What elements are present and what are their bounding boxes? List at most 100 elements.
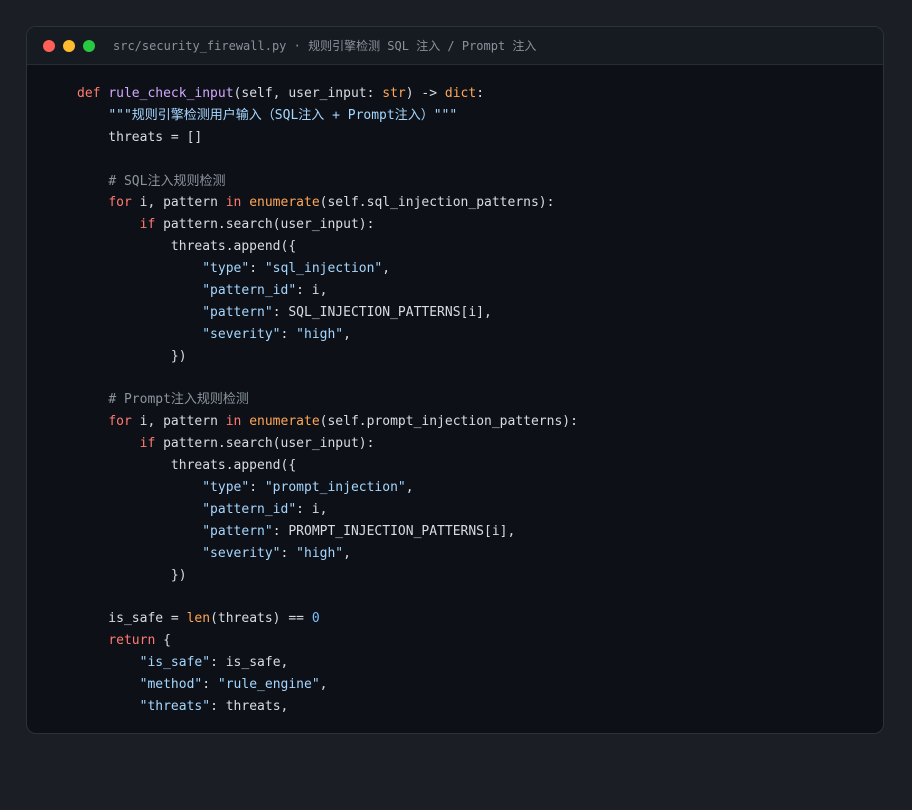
code-token: "pattern": [202, 523, 273, 539]
code-line: threats.append({: [77, 455, 578, 477]
code-token: : i,: [296, 283, 328, 299]
code-token: }): [77, 567, 187, 583]
code-line: "pattern": PROMPT_INJECTION_PATTERNS[i],: [77, 521, 578, 543]
code-token: if: [139, 436, 156, 452]
code-token: "rule_engine": [217, 677, 320, 693]
code-token: i, pattern: [131, 414, 226, 430]
close-dot[interactable]: [43, 39, 55, 52]
code-line: for i, pattern in enumerate(self.prompt_…: [77, 411, 578, 433]
code-line: def rule_check_input(self, user_input: s…: [77, 83, 578, 105]
code-line: "is_safe": is_safe,: [77, 652, 578, 674]
code-token: :: [249, 261, 265, 277]
code-token: in: [225, 414, 242, 430]
code-token: ,: [405, 480, 414, 496]
code-line: """规则引擎检测用户输入（SQL注入 + Prompt注入）""": [77, 105, 578, 127]
code-token: len: [186, 611, 211, 627]
code-token: return: [108, 633, 156, 649]
window-title: src/security_firewall.py · 规则引擎检测 SQL 注入…: [113, 39, 537, 53]
code-line: return {: [77, 630, 578, 652]
code-token: "sql_injection": [264, 261, 383, 277]
code-line: "pattern": SQL_INJECTION_PATTERNS[i],: [77, 302, 578, 324]
code-token: rule_check_input: [108, 86, 234, 101]
code-line: "threats": threats,: [77, 696, 578, 718]
code-token: "severity": [202, 545, 281, 561]
code-token: enumerate: [249, 195, 320, 211]
code-token: ) ->: [405, 86, 445, 101]
code-token: : is_safe,: [210, 655, 289, 671]
code-line: if pattern.search(user_input):: [77, 214, 578, 236]
code-line: # Prompt注入规则检测: [77, 389, 578, 411]
code-token: (threats) ==: [210, 611, 312, 627]
title-bar: src/security_firewall.py · 规则引擎检测 SQL 注入…: [27, 27, 883, 65]
code-token: "is_safe": [139, 655, 211, 671]
code-line: threats.append({: [77, 236, 578, 258]
code-token: # SQL注入规则检测: [108, 173, 226, 189]
code-line: "pattern_id": i,: [77, 280, 578, 302]
code-token: :: [202, 677, 218, 693]
maximize-dot[interactable]: [83, 39, 95, 52]
code-editor[interactable]: def rule_check_input(self, user_input: s…: [77, 83, 578, 718]
code-token: threats.append({: [77, 239, 297, 255]
code-line: "severity": "high",: [77, 324, 578, 346]
code-token: threats = []: [77, 129, 203, 145]
code-token: :: [476, 86, 485, 101]
code-token: def: [77, 86, 109, 101]
code-token: (self.sql_injection_patterns):: [319, 195, 555, 211]
code-token: "prompt_injection": [264, 480, 406, 496]
code-token: pattern.search(user_input):: [155, 217, 375, 233]
minimize-dot[interactable]: [63, 39, 75, 52]
code-token: for: [108, 195, 132, 211]
code-line: "type": "prompt_injection",: [77, 477, 578, 499]
code-line: "method": "rule_engine",: [77, 674, 578, 696]
code-token: 0: [311, 611, 320, 627]
code-token: ,: [319, 677, 328, 693]
code-token: "pattern_id": [202, 501, 297, 517]
code-token: in: [225, 195, 242, 211]
code-line: for i, pattern in enumerate(self.sql_inj…: [77, 192, 578, 214]
code-token: "type": [202, 480, 250, 496]
code-line: "pattern_id": i,: [77, 499, 578, 521]
code-token: threats.append({: [77, 458, 297, 474]
code-token: :: [280, 545, 297, 561]
code-token: : threats,: [210, 698, 289, 714]
code-line: }): [77, 565, 578, 587]
code-token: """规则引擎检测用户输入（SQL注入 + Prompt注入）""": [108, 107, 458, 123]
code-token: "high": [296, 326, 344, 342]
code-token: # Prompt注入规则检测: [108, 392, 249, 408]
code-token: pattern.search(user_input):: [155, 436, 375, 452]
code-line: is_safe = len(threats) == 0: [77, 608, 578, 630]
code-token: "type": [202, 261, 250, 277]
code-token: : PROMPT_INJECTION_PATTERNS[i],: [272, 523, 516, 539]
code-token: dict: [444, 86, 477, 101]
code-token: "method": [139, 677, 203, 693]
code-line: "type": "sql_injection",: [77, 258, 578, 280]
code-token: "pattern_id": [202, 283, 297, 299]
code-line: if pattern.search(user_input):: [77, 433, 578, 455]
code-token: "severity": [202, 326, 281, 342]
code-token: {: [155, 633, 171, 649]
code-window: src/security_firewall.py · 规则引擎检测 SQL 注入…: [26, 26, 884, 734]
code-token: "high": [296, 545, 344, 561]
code-token: enumerate: [249, 414, 320, 430]
code-token: :: [280, 326, 297, 342]
